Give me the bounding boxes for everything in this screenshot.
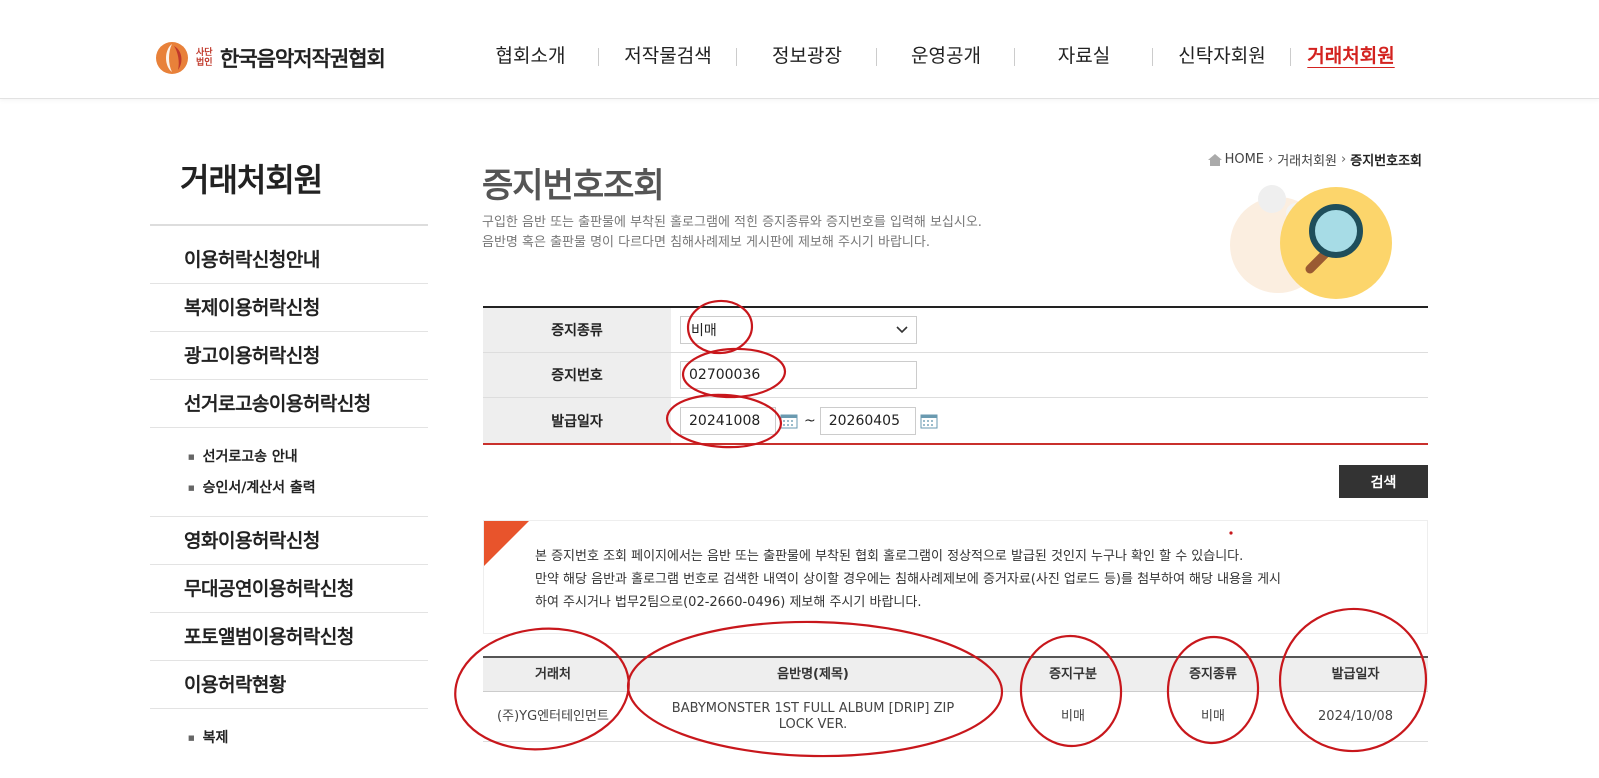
logo-name: 한국음악저작권협회 [220,47,386,71]
sidebar-item-stage[interactable]: 무대공연이용허락신청 [150,565,428,613]
column-header-client: 거래처 [535,666,571,682]
date-to-input[interactable]: 20260405 [819,406,916,435]
cell-album: BABYMONSTER 1ST FULL ALBUM [DRIP] ZIP LO… [671,700,955,732]
nav-item-operations[interactable]: 운영공개 [877,40,1015,72]
page-description: 구입한 음반 또는 출판물에 부착된 홀로그램에 적힌 증지종류와 증지번호를 … [482,213,982,253]
nav-item-search-works[interactable]: 저작물검색 [599,40,737,72]
sidebar-subitem-election-guide[interactable]: 선거로고송 안내 [188,442,428,473]
sidebar-subitem-reproduction[interactable]: 복제 [188,723,428,754]
sidebar-submenu-status: 복제 [150,709,428,754]
date-separator: ~ [804,412,816,429]
sidebar-submenu: 선거로고송 안내 승인서/계산서 출력 [150,428,428,517]
breadcrumb: HOME › 거래처회원 › 증지번호조회 [1207,150,1422,169]
logo-icon [156,42,188,74]
form-row-date: 발급일자 20241008 ~ 20260405 [483,398,1428,443]
date-from-input[interactable]: 20241008 [680,406,776,435]
search-form: 증지종류 비매 증지번호 02700036 발급일자 20241008 ~ 20… [483,306,1428,445]
sidebar-item-film[interactable]: 영화이용허락신청 [150,517,428,565]
cell-date: 2024/10/08 [1318,708,1393,724]
column-header-album: 음반명(제목) [777,666,849,682]
type-label: 증지종류 [483,308,671,352]
date-label: 발급일자 [483,398,671,443]
type-select-value: 비매 [691,323,717,339]
chevron-down-icon [896,326,908,334]
type-select[interactable]: 비매 [680,316,917,344]
calendar-icon[interactable] [920,413,938,429]
notice-box: 본 증지번호 조회 페이지에서는 음반 또는 출판물에 부착된 협회 홀로그램이… [483,520,1428,634]
nav-item-trust-members[interactable]: 신탁자회원 [1153,40,1291,72]
nav-item-info[interactable]: 정보광장 [737,40,877,72]
cell-category: 비매 [1061,708,1085,724]
column-header-category: 증지구분 [1049,666,1097,682]
form-row-type: 증지종류 비매 [483,308,1428,353]
table-row: (주)YG엔터테인먼트 BABYMONSTER 1ST FULL ALBUM [… [483,692,1428,742]
form-row-number: 증지번호 02700036 [483,353,1428,398]
chevron-right-icon: › [1268,152,1274,167]
breadcrumb-current: 증지번호조회 [1350,154,1422,169]
search-button[interactable]: 검색 [1339,465,1428,498]
number-input[interactable]: 02700036 [680,361,917,389]
logo-subtitle: 사단법인 [196,48,213,68]
notice-line: 만약 해당 음반과 홀로그램 번호로 검색한 내역이 상이할 경우에는 침해사례… [535,572,1282,587]
notice-corner-decoration [484,521,529,566]
home-icon [1207,153,1222,166]
notice-line: 본 증지번호 조회 페이지에서는 음반 또는 출판물에 부착된 협회 홀로그램이… [535,549,1244,564]
main-nav: 협회소개 저작물검색 정보광장 운영공개 자료실 신탁자회원 거래처회원 [462,40,1411,72]
nav-item-archive[interactable]: 자료실 [1015,40,1153,72]
page-title: 증지번호조회 [482,166,665,206]
sidebar: 거래처회원 이용허락신청안내 복제이용허락신청 광고이용허락신청 선거로고송이용… [150,150,428,754]
sidebar-item-reproduction[interactable]: 복제이용허락신청 [150,284,428,332]
sidebar-title: 거래처회원 [150,150,428,226]
sidebar-subitem-certificate-print[interactable]: 승인서/계산서 출력 [188,473,428,504]
notice-line: 하여 주시거나 법무2팀으로(02-2660-0496) 제보해 주시기 바랍니… [535,595,922,610]
sidebar-item-election-song[interactable]: 선거로고송이용허락신청 [150,380,428,428]
sidebar-item-license-status[interactable]: 이용허락현황 [150,661,428,709]
breadcrumb-section[interactable]: 거래처회원 [1277,150,1337,169]
number-label: 증지번호 [483,353,671,397]
nav-item-about[interactable]: 협회소개 [462,40,599,72]
table-header: 거래처 음반명(제목) 증지구분 증지종류 발급일자 [483,658,1428,692]
nav-item-client-members[interactable]: 거래처회원 [1291,40,1411,72]
site-header: 사단법인 한국음악저작권협회 협회소개 저작물검색 정보광장 운영공개 자료실 … [0,0,1599,99]
chevron-right-icon: › [1341,152,1347,167]
sidebar-item-photo-album[interactable]: 포토앨범이용허락신청 [150,613,428,661]
column-header-type: 증지종류 [1189,666,1237,682]
magnifier-illustration-icon [1230,185,1392,299]
description-line: 음반명 혹은 출판물 명이 다르다면 침해사례제보 게시판에 제보해 주시기 바… [482,235,930,250]
site-logo[interactable]: 사단법인 한국음악저작권협회 [154,40,386,76]
calendar-icon[interactable] [780,413,798,429]
cell-client: (주)YG엔터테인먼트 [497,708,609,724]
description-line: 구입한 음반 또는 출판물에 부착된 홀로그램에 적힌 증지종류와 증지번호를 … [482,215,982,230]
sidebar-item-license-guide[interactable]: 이용허락신청안내 [150,236,428,284]
sidebar-item-advertising[interactable]: 광고이용허락신청 [150,332,428,380]
cell-type: 비매 [1201,708,1225,724]
result-table: 거래처 음반명(제목) 증지구분 증지종류 발급일자 (주)YG엔터테인먼트 B… [483,656,1428,742]
breadcrumb-home[interactable]: HOME [1225,152,1264,167]
column-header-date: 발급일자 [1331,666,1380,682]
